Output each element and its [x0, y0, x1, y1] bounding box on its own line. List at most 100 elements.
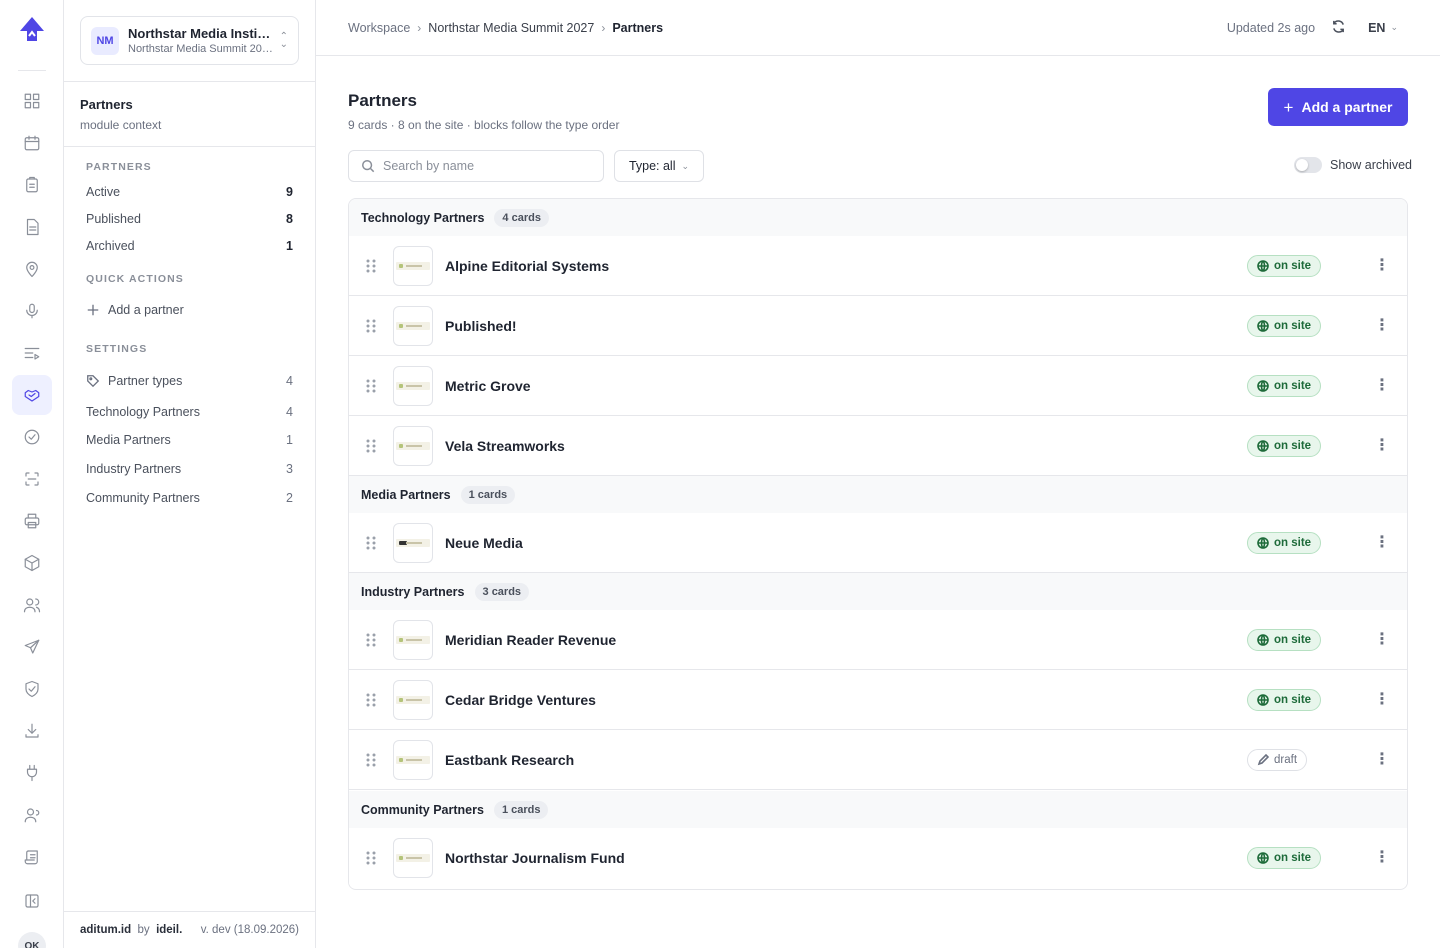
- type-item[interactable]: Media Partners 1: [86, 430, 293, 450]
- microphone-icon[interactable]: [12, 291, 52, 331]
- partner-name: Alpine Editorial Systems: [445, 257, 610, 274]
- status-label: on site: [1274, 693, 1312, 706]
- download-icon[interactable]: [12, 711, 52, 751]
- group-header: Industry Partners 3 cards: [349, 573, 1407, 611]
- collapse-sidebar-icon[interactable]: [12, 881, 52, 921]
- status-badge: on site: [1247, 847, 1322, 869]
- org-badge: NM: [91, 26, 119, 55]
- drag-handle-icon[interactable]: [349, 850, 393, 866]
- drag-handle-icon[interactable]: [349, 438, 393, 454]
- status-label: on site: [1274, 379, 1312, 392]
- drag-handle-icon[interactable]: [349, 318, 393, 334]
- breadcrumb-event[interactable]: Northstar Media Summit 2027: [428, 21, 594, 35]
- document-icon[interactable]: [12, 207, 52, 247]
- partner-logo: [393, 425, 433, 466]
- panel-divider: [64, 81, 315, 82]
- scroll-icon[interactable]: [12, 837, 52, 877]
- more-options-icon[interactable]: ⋮: [1373, 255, 1391, 277]
- more-options-icon[interactable]: ⋮: [1373, 435, 1391, 457]
- clipboard-icon[interactable]: [12, 165, 52, 205]
- refresh-icon[interactable]: [1331, 19, 1346, 37]
- language-select[interactable]: EN ⌄: [1368, 21, 1398, 35]
- shield-check-icon[interactable]: [12, 669, 52, 709]
- partner-logo: [393, 739, 433, 780]
- stat-archived[interactable]: Archived 1: [86, 236, 293, 256]
- footer-by: by: [137, 924, 150, 936]
- tag-icon: [87, 375, 100, 388]
- group-count-badge: 1 cards: [493, 800, 549, 819]
- drag-handle-icon[interactable]: [349, 378, 393, 394]
- location-pin-icon[interactable]: [12, 249, 52, 289]
- plug-icon[interactable]: [12, 753, 52, 793]
- type-item[interactable]: Industry Partners 3: [86, 459, 293, 479]
- quick-add-partner[interactable]: Add a partner: [86, 300, 293, 320]
- scan-icon[interactable]: [12, 459, 52, 499]
- version-label: v. dev (18.09.2026): [200, 924, 299, 936]
- drag-handle-icon[interactable]: [349, 258, 393, 274]
- add-partner-button[interactable]: + Add a partner: [1268, 88, 1408, 126]
- calendar-icon[interactable]: [12, 123, 52, 163]
- more-options-icon[interactable]: ⋮: [1373, 847, 1391, 869]
- chevron-down-icon: ⌄: [681, 160, 690, 171]
- more-options-icon[interactable]: ⋮: [1373, 629, 1391, 651]
- more-options-icon[interactable]: ⋮: [1373, 375, 1391, 397]
- partner-row[interactable]: Published! on site ⋮: [349, 296, 1407, 356]
- search-box[interactable]: [348, 150, 604, 182]
- partner-name: Meridian Reader Revenue: [445, 631, 617, 648]
- partner-row[interactable]: Vela Streamworks on site ⋮: [349, 416, 1407, 476]
- show-archived-toggle-group[interactable]: Show archived: [1294, 157, 1412, 173]
- status-label: on site: [1274, 439, 1312, 452]
- users-icon[interactable]: [12, 585, 52, 625]
- partner-row[interactable]: Neue Media on site ⋮: [349, 513, 1407, 573]
- more-options-icon[interactable]: ⋮: [1373, 689, 1391, 711]
- app-logo-icon[interactable]: [16, 14, 48, 46]
- org-switcher[interactable]: NM Northstar Media Institute Northstar M…: [80, 16, 299, 65]
- team-icon[interactable]: [12, 795, 52, 835]
- printer-icon[interactable]: [12, 501, 52, 541]
- globe-icon: [1257, 259, 1269, 272]
- stat-active[interactable]: Active 9: [86, 182, 293, 202]
- breadcrumb: Workspace › Northstar Media Summit 2027 …: [348, 21, 663, 35]
- dashboard-icon[interactable]: [12, 81, 52, 121]
- brand-link[interactable]: aditum.id: [80, 924, 131, 936]
- partners-handshake-icon[interactable]: [12, 375, 52, 415]
- drag-handle-icon[interactable]: [349, 632, 393, 648]
- more-options-icon[interactable]: ⋮: [1373, 749, 1391, 771]
- drag-handle-icon[interactable]: [349, 535, 393, 551]
- stat-published[interactable]: Published 8: [86, 209, 293, 229]
- plus-icon: [87, 304, 99, 316]
- breadcrumb-workspace[interactable]: Workspace: [348, 21, 410, 35]
- search-icon: [362, 160, 375, 173]
- partner-name: Cedar Bridge Ventures: [445, 691, 596, 708]
- partner-types-link[interactable]: Partner types 4: [86, 371, 293, 391]
- type-item[interactable]: Community Partners 2: [86, 488, 293, 508]
- partner-row[interactable]: Metric Grove on site ⋮: [349, 356, 1407, 416]
- check-circle-icon[interactable]: [12, 417, 52, 457]
- stat-count: 9: [286, 185, 293, 199]
- language-label: EN: [1368, 20, 1386, 35]
- company-link[interactable]: ideil.: [156, 924, 182, 936]
- show-archived-toggle[interactable]: [1294, 157, 1322, 173]
- send-icon[interactable]: [12, 627, 52, 667]
- agenda-icon[interactable]: [12, 333, 52, 373]
- partner-name: Eastbank Research: [445, 751, 575, 768]
- partner-row[interactable]: Cedar Bridge Ventures on site ⋮: [349, 670, 1407, 730]
- drag-handle-icon[interactable]: [349, 752, 393, 768]
- globe-icon: [1257, 633, 1269, 646]
- chevron-up-down-icon: ⌃ ⌄: [279, 30, 288, 50]
- partner-logo: [393, 679, 433, 720]
- partner-name: Metric Grove: [445, 377, 531, 394]
- user-avatar[interactable]: OK: [18, 932, 46, 948]
- partner-row[interactable]: Eastbank Research draft ⋮: [349, 730, 1407, 790]
- package-icon[interactable]: [12, 543, 52, 583]
- type-item[interactable]: Technology Partners 4: [86, 402, 293, 422]
- section-settings: Settings: [86, 343, 148, 355]
- drag-handle-icon[interactable]: [349, 692, 393, 708]
- more-options-icon[interactable]: ⋮: [1373, 315, 1391, 337]
- partner-row[interactable]: Northstar Journalism Fund on site ⋮: [349, 828, 1407, 888]
- type-filter-dropdown[interactable]: Type: all ⌄: [614, 150, 704, 182]
- search-input[interactable]: [383, 159, 583, 173]
- partner-row[interactable]: Alpine Editorial Systems on site ⋮: [349, 236, 1407, 296]
- partner-row[interactable]: Meridian Reader Revenue on site ⋮: [349, 610, 1407, 670]
- more-options-icon[interactable]: ⋮: [1373, 532, 1391, 554]
